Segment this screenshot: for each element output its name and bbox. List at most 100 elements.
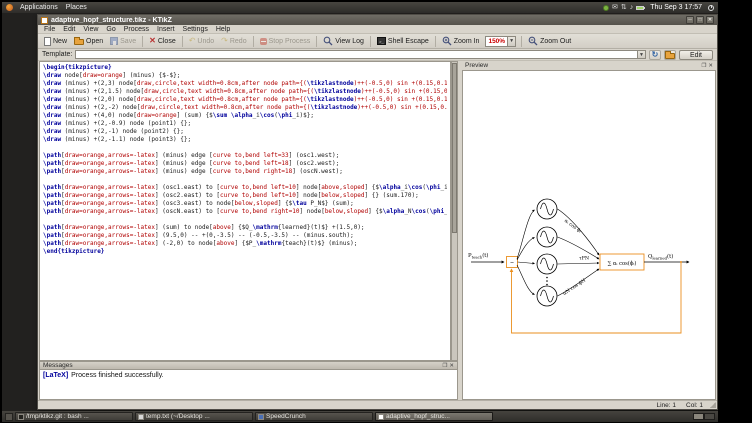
menu-edit[interactable]: Edit <box>59 26 79 33</box>
undo-button[interactable]: ↶Undo <box>186 36 217 46</box>
edge-osc3-sum <box>558 263 600 264</box>
distro-logo-icon[interactable] <box>6 4 13 11</box>
minus-sign: − <box>510 260 514 267</box>
magnifier-icon <box>323 36 333 46</box>
workspace-switcher <box>693 413 715 420</box>
save-button[interactable]: Save <box>107 36 139 46</box>
network-icon[interactable]: ⇅ <box>621 4 627 11</box>
reload-template-button[interactable]: ↻ <box>649 50 661 60</box>
new-document-icon <box>44 37 51 46</box>
window-title: adaptive_hopf_structure.tikz - KTikZ <box>51 17 172 24</box>
close-dock-icon[interactable]: ✕ <box>708 63 713 69</box>
places-menu[interactable]: Places <box>62 4 91 11</box>
menu-go[interactable]: Go <box>102 26 119 33</box>
p-teach-label: Pteach(t) <box>468 252 488 260</box>
editor-scrollbar[interactable] <box>451 61 458 361</box>
battery-icon[interactable] <box>636 6 644 10</box>
statusbar: Line: 1 Col: 1 <box>38 400 717 409</box>
menu-help[interactable]: Help <box>212 26 234 33</box>
close-window-button[interactable]: ✕ <box>706 16 714 24</box>
new-button[interactable]: New <box>41 36 70 47</box>
clock[interactable]: Thu Sep 3 17:57 <box>650 4 702 11</box>
scrollbar-thumb[interactable] <box>452 63 457 233</box>
code-line: \path[draw=orange,arrows=-latex] (-2,0) … <box>43 240 447 248</box>
code-line <box>43 176 447 184</box>
zoom-out-button[interactable]: Zoom Out <box>525 35 574 47</box>
template-combobox[interactable]: ▼ <box>75 50 646 59</box>
junction-dot <box>680 261 682 263</box>
toolbar: New Open Save ✕Close ↶Undo ↷Redo Stop Pr… <box>38 34 717 49</box>
menu-file[interactable]: File <box>40 26 59 33</box>
code-editor[interactable]: \begin{tikzpicture}\draw node[draw=orang… <box>39 61 451 361</box>
code-line: \draw (minus) +(2,0) node[draw,circle,te… <box>43 96 447 104</box>
power-icon[interactable] <box>708 5 714 11</box>
updates-icon[interactable] <box>603 5 609 11</box>
taskbar-item-ktikz[interactable]: adaptive_hopf_struc... <box>375 412 493 421</box>
toolbar-separator <box>435 36 436 47</box>
taskbar-item-texteditor[interactable]: temp.txt (~/Desktop ... <box>135 412 253 421</box>
applications-menu[interactable]: Applications <box>16 4 62 11</box>
code-line: \begin{tikzpicture} <box>43 64 447 72</box>
edge-mid-label: τPN <box>579 256 589 262</box>
menu-view[interactable]: View <box>79 26 102 33</box>
show-desktop-button[interactable] <box>5 413 13 421</box>
mail-icon[interactable]: ✉ <box>612 4 618 11</box>
preview-dock: Preview ❐ ✕ Pteach(t) <box>462 61 716 400</box>
close-dock-icon[interactable]: ✕ <box>449 363 454 369</box>
workspace-1[interactable] <box>693 413 704 420</box>
code-line: \draw (minus) +(2,-2) node[draw,circle,t… <box>43 104 447 112</box>
q-learned-label: Qlearned(t) <box>648 253 673 261</box>
menu-settings[interactable]: Settings <box>179 26 212 33</box>
code-line <box>43 216 447 224</box>
code-line: \draw (minus) +(2,-0.9) node (point1) {}… <box>43 120 447 128</box>
edge-bottom-label: αN cos ϕN <box>562 278 587 297</box>
ellipsis-dots <box>546 277 548 286</box>
titlebar[interactable]: adaptive_hopf_structure.tikz - KTikZ ─ □… <box>38 15 717 25</box>
code-line: \path[draw=orange,arrows=-latex] (osc3.e… <box>43 200 447 208</box>
code-line <box>43 144 447 152</box>
volume-icon[interactable]: ♪ <box>630 4 634 11</box>
message-tag: [LaTeX] <box>43 372 68 379</box>
view-log-button[interactable]: View Log <box>320 35 367 47</box>
preview-title: Preview <box>465 62 488 69</box>
open-folder-icon <box>74 39 84 45</box>
workspace-2[interactable] <box>704 413 715 420</box>
code-line: \path[draw=orange,arrows=-latex] (sum) t… <box>43 224 447 232</box>
folder-icon <box>665 53 675 59</box>
stop-process-button[interactable]: Stop Process <box>257 37 314 46</box>
redo-button[interactable]: ↷Redo <box>218 36 249 46</box>
template-row: Template: ▼ ↻ Edit <box>38 49 717 61</box>
edge-minus-osc3 <box>518 262 535 264</box>
zoom-in-button[interactable]: Zoom In <box>439 35 483 47</box>
minimize-button[interactable]: ─ <box>686 16 694 24</box>
open-button[interactable]: Open <box>71 36 106 46</box>
maximize-button[interactable]: □ <box>696 16 704 24</box>
template-label: Template: <box>42 51 72 58</box>
chevron-down-icon[interactable]: ▼ <box>637 51 645 58</box>
float-dock-icon[interactable]: ❐ <box>442 363 447 369</box>
code-line: \path[draw=orange,arrows=-latex] (minus)… <box>43 152 447 160</box>
close-button[interactable]: ✕Close <box>146 36 179 46</box>
terminal-icon: >_ <box>377 37 386 45</box>
chevron-down-icon[interactable]: ▼ <box>507 37 515 46</box>
zoom-combobox[interactable]: 150% ▼ <box>485 36 516 47</box>
shell-escape-button[interactable]: >_Shell Escape <box>374 36 432 46</box>
menu-insert[interactable]: Insert <box>153 26 179 33</box>
preview-dock-header: Preview ❐ ✕ <box>462 61 716 70</box>
undo-icon: ↶ <box>189 37 196 45</box>
float-dock-icon[interactable]: ❐ <box>701 63 706 69</box>
edit-template-button[interactable]: Edit <box>679 50 713 60</box>
toolbar-separator <box>182 36 183 47</box>
redo-icon: ↷ <box>221 37 228 45</box>
browse-template-button[interactable] <box>664 50 676 60</box>
toolbar-separator <box>253 36 254 47</box>
menu-process[interactable]: Process <box>120 26 153 33</box>
reload-icon: ↻ <box>652 51 659 59</box>
code-line: \path[draw=orange,arrows=-latex] (minus)… <box>43 160 447 168</box>
code-line: \draw (minus) +(2,-1) node (point2) {}; <box>43 128 447 136</box>
toolbar-separator <box>370 36 371 47</box>
taskbar-item-speedcrunch[interactable]: SpeedCrunch <box>255 412 373 421</box>
taskbar-item-terminal[interactable]: /tmp/ktikz.git : bash ... <box>15 412 133 421</box>
code-line: \draw node[draw=orange] (minus) {$-$}; <box>43 72 447 80</box>
resize-grip[interactable] <box>710 402 716 408</box>
